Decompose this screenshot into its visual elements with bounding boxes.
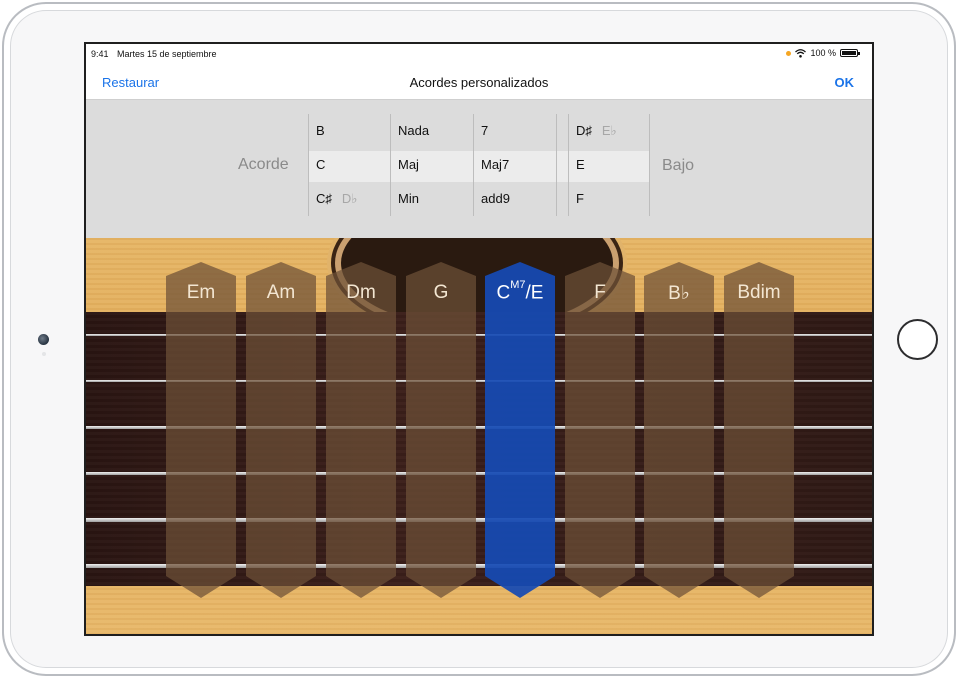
chord-label: Acorde (238, 156, 289, 173)
chord-strip[interactable]: Bdim (724, 262, 794, 598)
root-option[interactable]: B (309, 114, 390, 148)
chord-bass-suffix: /E (525, 282, 544, 304)
chord-label: Bdim (724, 282, 794, 304)
root-option-text: C♯ (316, 191, 332, 206)
chord-label: Em (166, 282, 236, 304)
ok-button[interactable]: OK (835, 75, 855, 90)
chord-name: Dm (346, 282, 376, 303)
chord-strip[interactable]: B♭ (644, 262, 714, 598)
quality-option[interactable]: Nada (391, 114, 473, 148)
chord-strip[interactable]: F (565, 262, 635, 598)
status-time: 9:41 (91, 49, 109, 59)
guitar-body: Em Am Dm G CM7/E F B♭ Bdim (86, 238, 872, 634)
sensor-dot (42, 352, 46, 356)
battery-icon (840, 49, 860, 57)
bass-option[interactable]: D♯ E♭ (569, 114, 649, 148)
chord-name: Bdim (737, 282, 781, 303)
chord-name: F (594, 282, 606, 303)
chord-label: CM7/E (485, 279, 555, 304)
screen: 9:41 Martes 15 de septiembre 100 % Resta… (84, 42, 874, 636)
chord-strip-body (485, 262, 555, 598)
chord-strip-body (644, 262, 714, 598)
page-title: Acordes personalizados (409, 75, 549, 90)
bass-column[interactable]: D♯ E♭ E F (568, 114, 650, 216)
quality-option-selected[interactable]: Maj (391, 148, 473, 182)
status-right: 100 % (786, 48, 860, 58)
chord-label: B♭ (644, 282, 714, 305)
status-date: Martes 15 de septiembre (117, 49, 217, 59)
chord-name: C (496, 282, 511, 304)
quality-column[interactable]: Nada Maj Min (390, 114, 473, 216)
chord-strip-body (565, 262, 635, 598)
chord-extension: M7 (510, 279, 526, 291)
chord-strip[interactable]: G (406, 262, 476, 598)
chord-label: F (565, 282, 635, 304)
chord-strip-body (246, 262, 316, 598)
chord-name: B♭ (668, 283, 690, 304)
bass-option-alt: E♭ (601, 123, 617, 138)
quality-option[interactable]: Min (391, 182, 473, 216)
wifi-icon (795, 48, 807, 58)
chord-strip[interactable]: Dm (326, 262, 396, 598)
nav-bar: Restaurar Acordes personalizados OK (86, 64, 872, 100)
root-option[interactable]: C♯ D♭ (309, 182, 390, 216)
chord-name: Em (186, 282, 216, 303)
extension-option-selected[interactable]: Maj7 (474, 148, 556, 182)
chord-name: G (433, 282, 449, 303)
extension-column[interactable]: 7 Maj7 add9 (473, 114, 556, 216)
extension-option[interactable]: add9 (474, 182, 556, 216)
chord-name: Am (266, 282, 296, 303)
column-divider (556, 114, 568, 216)
chord-strip-selected[interactable]: CM7/E (485, 262, 555, 598)
chord-picker[interactable]: Acorde Bajo B C C♯ D♭ Nada Maj Min 7 Maj7… (86, 100, 872, 238)
chord-strip-body (166, 262, 236, 598)
chord-label: G (406, 282, 476, 304)
root-option-alt: D♭ (341, 191, 358, 206)
bass-option-selected[interactable]: E (569, 148, 649, 182)
chord-strip[interactable]: Em (166, 262, 236, 598)
chord-strip-body (406, 262, 476, 598)
chord-label: Am (246, 282, 316, 304)
root-column[interactable]: B C C♯ D♭ (308, 114, 390, 216)
chord-label: Dm (326, 282, 396, 304)
extension-option[interactable]: 7 (474, 114, 556, 148)
bass-option[interactable]: F (569, 182, 649, 216)
battery-percent: 100 % (810, 48, 836, 58)
bass-label: Bajo (662, 157, 695, 174)
home-button[interactable] (897, 319, 938, 360)
bass-option-text: D♯ (576, 123, 592, 138)
chord-strip-body (326, 262, 396, 598)
chord-strip[interactable]: Am (246, 262, 316, 598)
chord-strip-body (724, 262, 794, 598)
location-indicator-icon (786, 50, 792, 56)
status-bar: 9:41 Martes 15 de septiembre 100 % (86, 44, 872, 64)
root-option-selected[interactable]: C (309, 148, 390, 182)
camera-icon (38, 334, 49, 345)
